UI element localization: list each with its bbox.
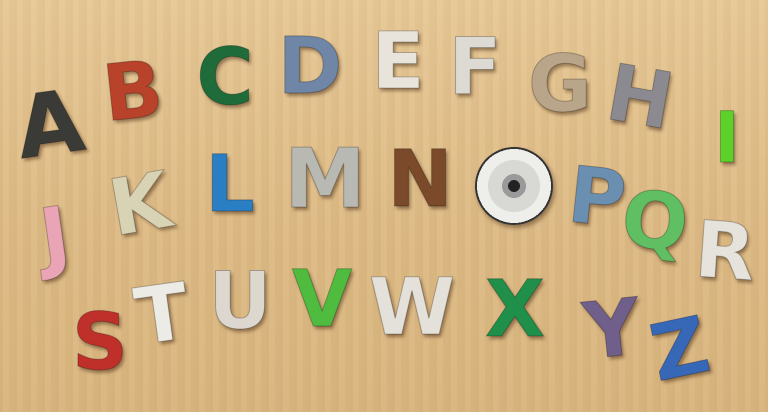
letter-t: T	[129, 266, 195, 364]
letter-e: E	[371, 17, 425, 107]
letter-r: R	[691, 205, 759, 300]
letter-h: H	[600, 48, 681, 149]
letter-b: B	[98, 44, 168, 141]
letter-c: C	[196, 33, 254, 123]
letter-m: M	[284, 132, 367, 227]
letter-q: Q	[617, 173, 693, 271]
letter-g: G	[527, 40, 593, 130]
letter-x: X	[484, 265, 546, 355]
letter-o-disc: O	[475, 147, 553, 225]
letter-l: L	[205, 140, 256, 230]
letter-y: Y	[579, 282, 646, 378]
letter-v: V	[291, 255, 353, 345]
letter-a: A	[10, 70, 91, 180]
letter-d: D	[277, 22, 343, 112]
letter-s: S	[71, 298, 129, 388]
letter-w: W	[368, 263, 456, 353]
letter-n: N	[387, 135, 453, 225]
letter-p: P	[563, 150, 631, 246]
letter-u: U	[208, 257, 272, 347]
letter-f: F	[448, 23, 502, 113]
letter-i: I	[713, 97, 741, 179]
